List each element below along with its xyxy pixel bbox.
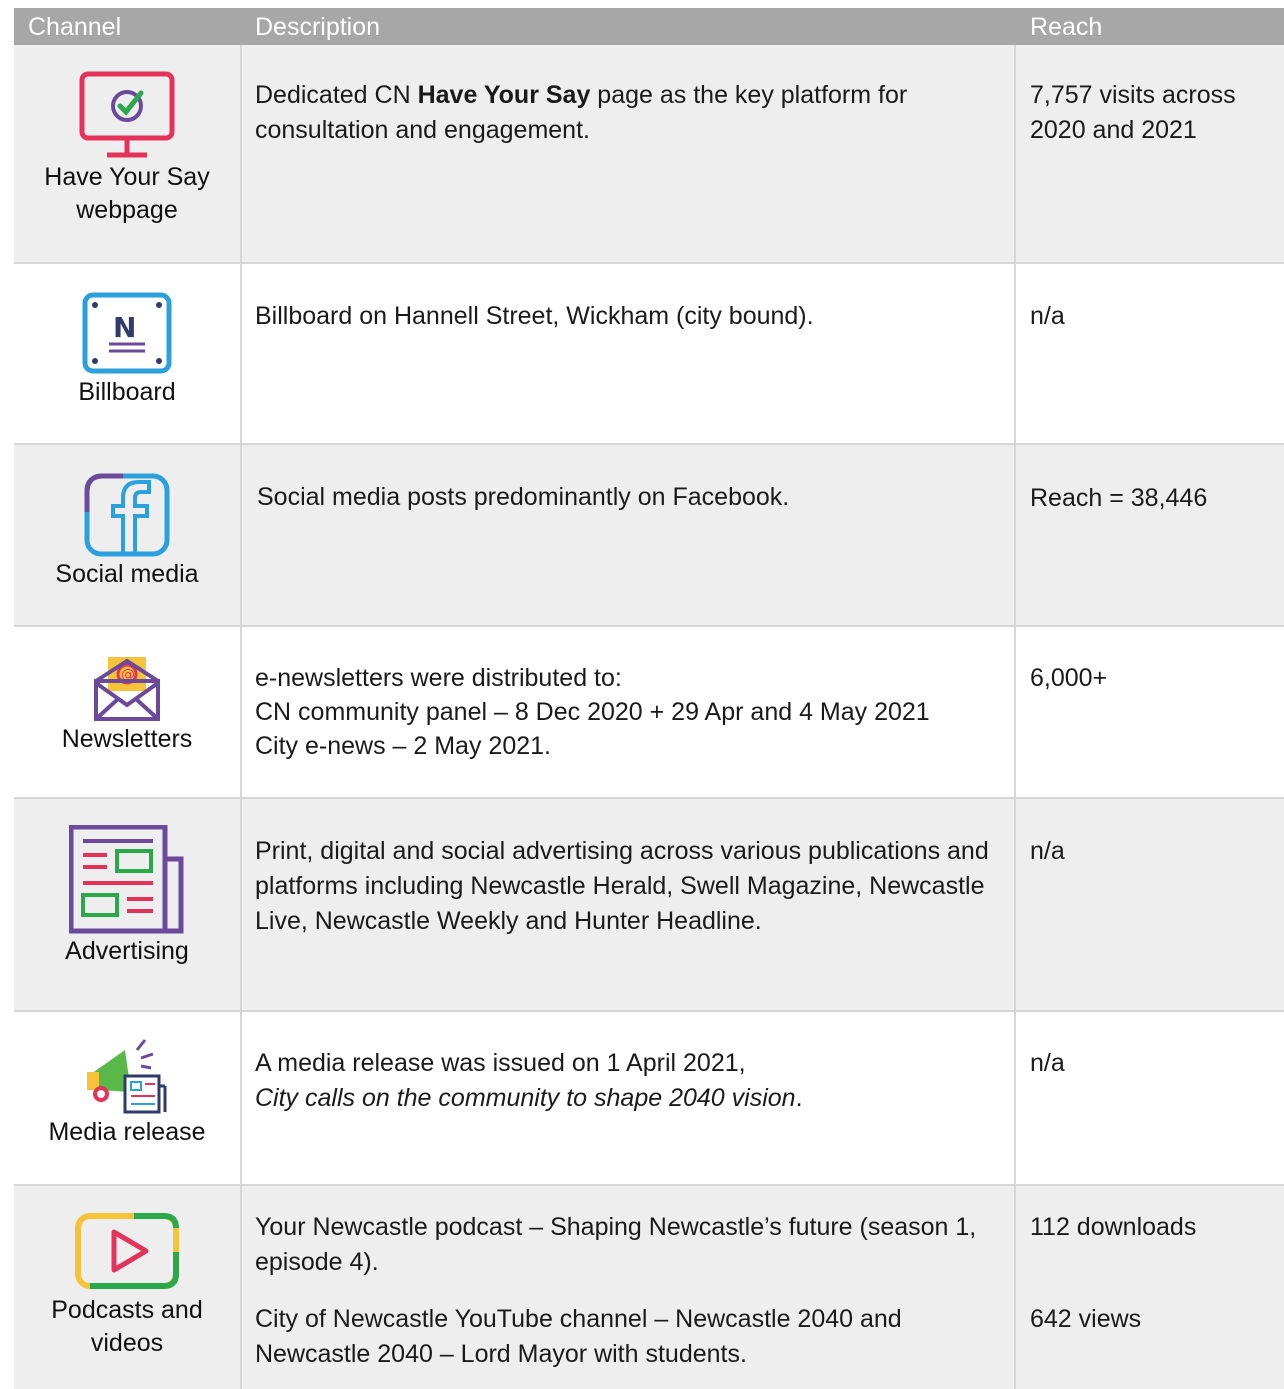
channel-cell: Advertising bbox=[14, 825, 240, 968]
table-row: @ Newsletters e-newsletters were distrib… bbox=[14, 627, 1284, 799]
description-cell: Your Newcastle podcast – Shaping Newcast… bbox=[255, 1213, 977, 1276]
email-envelope-icon: @ bbox=[94, 657, 160, 721]
table-header: Channel Description Reach bbox=[14, 8, 1284, 45]
monitor-check-icon bbox=[79, 71, 175, 158]
description-cell: A media release was issued on 1 April 20… bbox=[255, 1046, 1000, 1116]
channel-label: Newsletters bbox=[61, 725, 193, 753]
reach-cell: Reach = 38,446 bbox=[1030, 484, 1208, 512]
table-row: Media release A media release was issued… bbox=[14, 1012, 1284, 1186]
table-row: Have Your Say webpage Dedicated CN Have … bbox=[14, 45, 1284, 264]
svg-text:N: N bbox=[113, 311, 136, 344]
description-line: City e-news – 2 May 2021. bbox=[255, 732, 551, 760]
table-row: Social media Social media posts predomin… bbox=[14, 445, 1284, 627]
channel-cell: Media release bbox=[14, 1036, 240, 1149]
play-button-icon bbox=[75, 1213, 179, 1289]
description-cell: e-newsletters were distributed to: CN co… bbox=[255, 661, 1000, 763]
description-cell: Print, digital and social advertising ac… bbox=[255, 837, 989, 935]
description-line: e-newsletters were distributed to: bbox=[255, 664, 622, 692]
channels-table: Channel Description Reach Have Your Say … bbox=[14, 8, 1284, 1389]
reach-cell: 642 views bbox=[1030, 1305, 1142, 1333]
description-cell: Dedicated CN Have Your Say page as the k… bbox=[255, 78, 1000, 148]
release-title: City calls on the community to shape 204… bbox=[255, 1084, 796, 1112]
channel-label: Have Your Say webpage bbox=[44, 163, 210, 224]
channel-cell: Have Your Say webpage bbox=[14, 71, 240, 227]
channel-cell: Podcasts and videos bbox=[14, 1212, 240, 1360]
newspaper-icon bbox=[69, 825, 184, 934]
channel-label: Social media bbox=[55, 560, 199, 588]
table-row: Podcasts and videos Your Newcastle podca… bbox=[14, 1186, 1284, 1389]
header-channel: Channel bbox=[28, 13, 122, 41]
header-reach: Reach bbox=[1030, 13, 1103, 41]
description-cell: Billboard on Hannell Street, Wickham (ci… bbox=[255, 302, 814, 330]
reach-cell: n/a bbox=[1030, 837, 1065, 865]
description-text: . bbox=[795, 1084, 803, 1112]
description-cell: Social media posts predominantly on Face… bbox=[257, 483, 790, 511]
description-text: Dedicated CN bbox=[255, 81, 418, 109]
description-cell: City of Newcastle YouTube channel – Newc… bbox=[255, 1305, 902, 1368]
reach-cell: n/a bbox=[1030, 1049, 1065, 1077]
megaphone-icon bbox=[87, 1039, 167, 1114]
reach-cell: 7,757 visits across 2020 and 2021 bbox=[1030, 81, 1236, 144]
table-row: Advertising Print, digital and social ad… bbox=[14, 799, 1284, 1012]
channel-label: Advertising bbox=[65, 937, 189, 965]
channel-label: Media release bbox=[48, 1118, 206, 1146]
table-row: N Billboard Billboard on Hannell Street,… bbox=[14, 264, 1284, 445]
channel-cell: Social media bbox=[14, 472, 240, 591]
channel-cell: N Billboard bbox=[14, 292, 240, 409]
channel-label: Billboard bbox=[78, 378, 176, 406]
reach-cell: 112 downloads bbox=[1030, 1213, 1197, 1241]
billboard-icon: N bbox=[82, 292, 172, 374]
description-line: City calls on the community to shape 204… bbox=[255, 1081, 1000, 1116]
description-line: CN community panel – 8 Dec 2020 + 29 Apr… bbox=[255, 698, 930, 726]
channel-label: Podcasts and videos bbox=[51, 1296, 203, 1357]
reach-cell: n/a bbox=[1030, 302, 1065, 330]
description-bold: Have Your Say bbox=[417, 81, 591, 109]
reach-cell: 6,000+ bbox=[1030, 664, 1108, 692]
channel-cell: @ Newsletters bbox=[14, 653, 240, 756]
header-description: Description bbox=[255, 13, 381, 41]
description-line: A media release was issued on 1 April 20… bbox=[255, 1049, 746, 1077]
facebook-icon bbox=[84, 473, 170, 557]
